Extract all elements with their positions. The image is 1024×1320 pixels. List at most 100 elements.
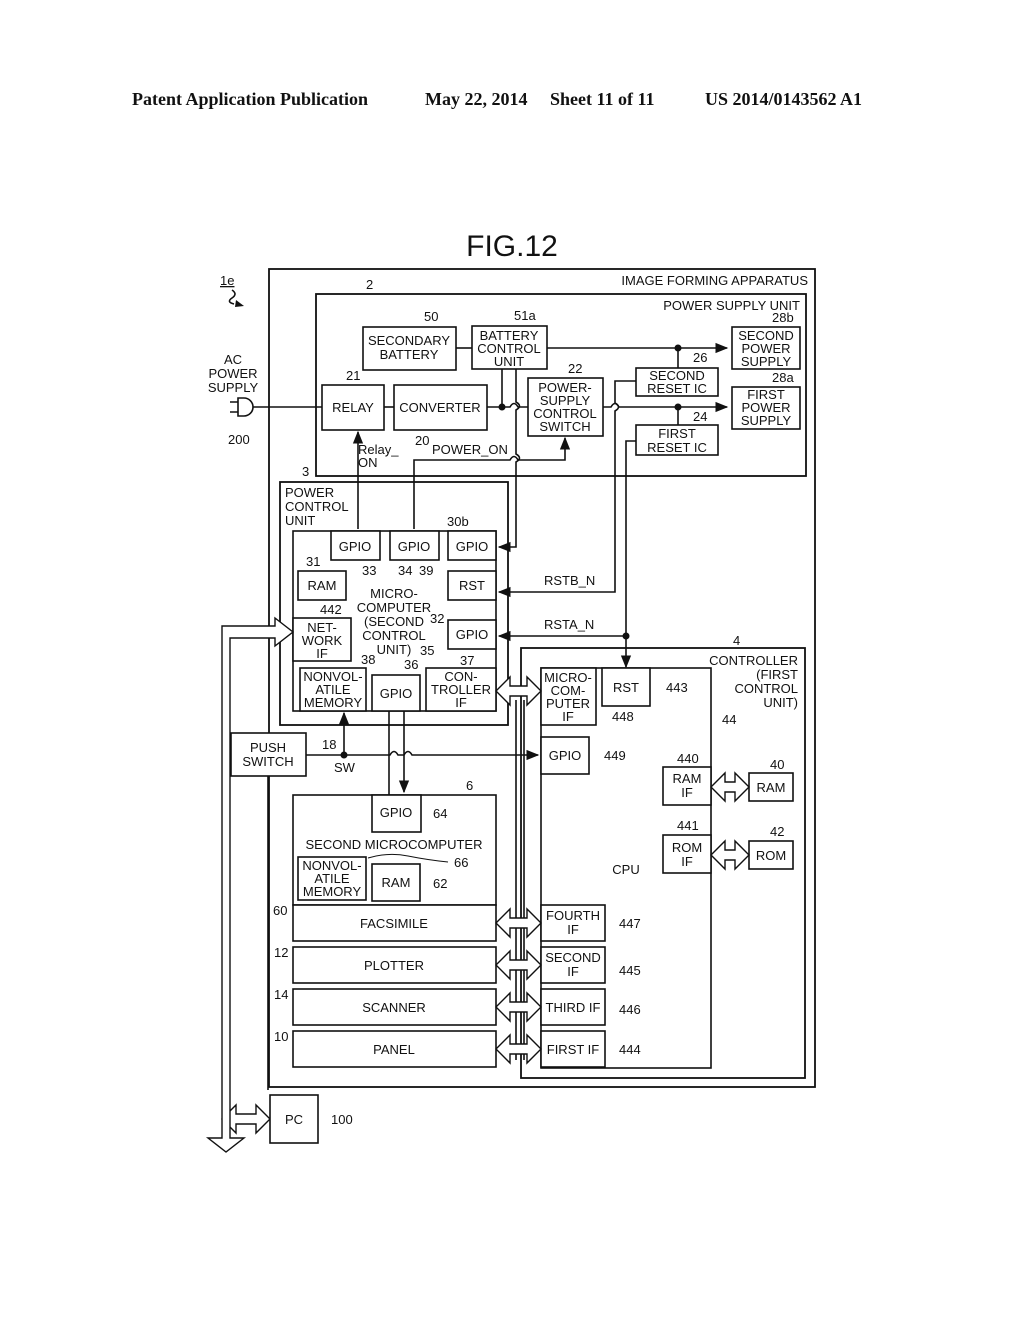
svg-text:21: 21 xyxy=(346,368,360,383)
svg-text:64: 64 xyxy=(433,806,447,821)
svg-text:THIRD IF: THIRD IF xyxy=(546,1000,601,1015)
svg-text:35: 35 xyxy=(420,643,434,658)
power-control-unit-label: POWER xyxy=(285,485,334,500)
scanner: SCANNER 14 xyxy=(274,987,497,1026)
rstb-n-label: RSTB_N xyxy=(544,573,595,588)
system-ref-leader xyxy=(228,289,236,305)
svg-text:444: 444 xyxy=(619,1042,641,1057)
svg-text:(FIRST: (FIRST xyxy=(756,667,798,682)
svg-text:MEMORY: MEMORY xyxy=(303,884,362,899)
svg-text:445: 445 xyxy=(619,963,641,978)
svg-text:100: 100 xyxy=(331,1112,353,1127)
system-ref-arrow xyxy=(235,300,244,307)
bus-scanner-arrow xyxy=(495,991,542,1023)
svg-text:200: 200 xyxy=(228,432,250,447)
svg-text:SWITCH: SWITCH xyxy=(539,419,590,434)
svg-text:MEMORY: MEMORY xyxy=(304,695,363,710)
svg-text:POWER: POWER xyxy=(208,366,257,381)
svg-text:10: 10 xyxy=(274,1029,288,1044)
svg-text:RAM: RAM xyxy=(673,771,702,786)
svg-text:RESET IC: RESET IC xyxy=(647,381,707,396)
power-supply-control-switch: POWER- SUPPLY CONTROL SWITCH 22 xyxy=(527,361,604,437)
secondary-battery: SECONDARY BATTERY 50 xyxy=(362,309,457,371)
svg-text:28a: 28a xyxy=(772,370,794,385)
svg-text:PUSH: PUSH xyxy=(250,740,286,755)
svg-text:34: 34 xyxy=(398,563,412,578)
svg-text:(SECOND: (SECOND xyxy=(364,614,424,629)
svg-text:IF: IF xyxy=(567,964,579,979)
figure-title: FIG.12 xyxy=(466,230,558,263)
svg-text:60: 60 xyxy=(273,903,287,918)
svg-text:50: 50 xyxy=(424,309,438,324)
svg-text:442: 442 xyxy=(320,602,342,617)
cpu-label: CPU xyxy=(612,862,639,877)
svg-text:RELAY: RELAY xyxy=(332,400,374,415)
svg-text:441: 441 xyxy=(677,818,699,833)
block-diagram: FIG.12 1e IMAGE FORMING APPARATUS POWER … xyxy=(205,230,816,1153)
svg-text:IF: IF xyxy=(455,695,467,710)
svg-text:RESET IC: RESET IC xyxy=(647,440,707,455)
svg-text:66: 66 xyxy=(454,855,468,870)
svg-text:UNIT): UNIT) xyxy=(377,642,412,657)
power-supply-unit-ref: 2 xyxy=(366,277,373,292)
svg-text:FOURTH: FOURTH xyxy=(546,908,600,923)
sw-label: SW xyxy=(334,760,356,775)
svg-text:37: 37 xyxy=(460,653,474,668)
svg-text:SUPPLY: SUPPLY xyxy=(741,354,792,369)
svg-text:20: 20 xyxy=(415,433,429,448)
svg-text:14: 14 xyxy=(274,987,288,1002)
bus-panel-arrow xyxy=(495,1033,542,1065)
svg-text:PC: PC xyxy=(285,1112,303,1127)
svg-text:GPIO: GPIO xyxy=(380,686,413,701)
svg-text:GPIO: GPIO xyxy=(456,539,489,554)
svg-text:AC: AC xyxy=(224,352,242,367)
rst-32: RST xyxy=(447,570,497,601)
svg-text:440: 440 xyxy=(677,751,699,766)
svg-text:CONTROLLER: CONTROLLER xyxy=(709,653,798,668)
battery-control-unit: BATTERY CONTROL UNIT 51a xyxy=(471,308,548,370)
image-forming-apparatus-label: IMAGE FORMING APPARATUS xyxy=(621,273,808,288)
svg-text:443: 443 xyxy=(666,680,688,695)
svg-text:RAM: RAM xyxy=(757,780,786,795)
svg-text:18: 18 xyxy=(322,737,336,752)
svg-text:PLOTTER: PLOTTER xyxy=(364,958,424,973)
svg-text:40: 40 xyxy=(770,757,784,772)
rsta-n-label: RSTA_N xyxy=(544,617,594,632)
svg-text:39: 39 xyxy=(419,563,433,578)
bus-controller-if-arrow xyxy=(495,675,542,707)
converter: CONVERTER 20 xyxy=(393,384,488,448)
plotter: PLOTTER 12 xyxy=(274,945,497,984)
first-reset-ic: FIRST RESET IC 24 xyxy=(635,409,719,456)
svg-text:SWITCH: SWITCH xyxy=(242,754,293,769)
second-power-supply: SECOND POWER SUPPLY 28b xyxy=(731,310,801,370)
svg-text:4: 4 xyxy=(733,633,740,648)
svg-text:SUPPLY: SUPPLY xyxy=(741,413,792,428)
svg-text:IF: IF xyxy=(567,922,579,937)
svg-text:FIRST: FIRST xyxy=(658,426,696,441)
svg-text:51a: 51a xyxy=(514,308,536,323)
first-power-supply: FIRST POWER SUPPLY 28a xyxy=(731,370,801,430)
svg-text:31: 31 xyxy=(306,554,320,569)
svg-text:CONTROL: CONTROL xyxy=(362,628,426,643)
svg-text:GPIO: GPIO xyxy=(339,539,372,554)
rom-42: ROM 42 xyxy=(748,824,794,870)
svg-text:GPIO: GPIO xyxy=(549,748,582,763)
system-ref: 1e xyxy=(220,273,234,288)
svg-text:24: 24 xyxy=(693,409,707,424)
second-microcomputer-label: SECOND MICROCOMPUTER xyxy=(306,837,483,852)
svg-text:ROM: ROM xyxy=(756,848,786,863)
svg-text:RAM: RAM xyxy=(308,578,337,593)
bus-ram-arrow xyxy=(710,771,750,803)
svg-text:SECOND: SECOND xyxy=(545,950,601,965)
svg-text:IF: IF xyxy=(681,854,693,869)
svg-text:RST: RST xyxy=(613,680,639,695)
svg-text:36: 36 xyxy=(404,657,418,672)
svg-text:COMPUTER: COMPUTER xyxy=(357,600,431,615)
facsimile: FACSIMILE 60 xyxy=(273,903,497,942)
power-control-unit-label-3: UNIT xyxy=(285,513,315,528)
controller-label: CONTROLLER (FIRST CONTROL UNIT) 4 xyxy=(709,633,798,710)
to-first-power-supply-line xyxy=(603,401,729,413)
second-microcomputer-ref: 6 xyxy=(466,778,473,793)
svg-text:RAM: RAM xyxy=(382,875,411,890)
svg-text:GPIO: GPIO xyxy=(398,539,431,554)
